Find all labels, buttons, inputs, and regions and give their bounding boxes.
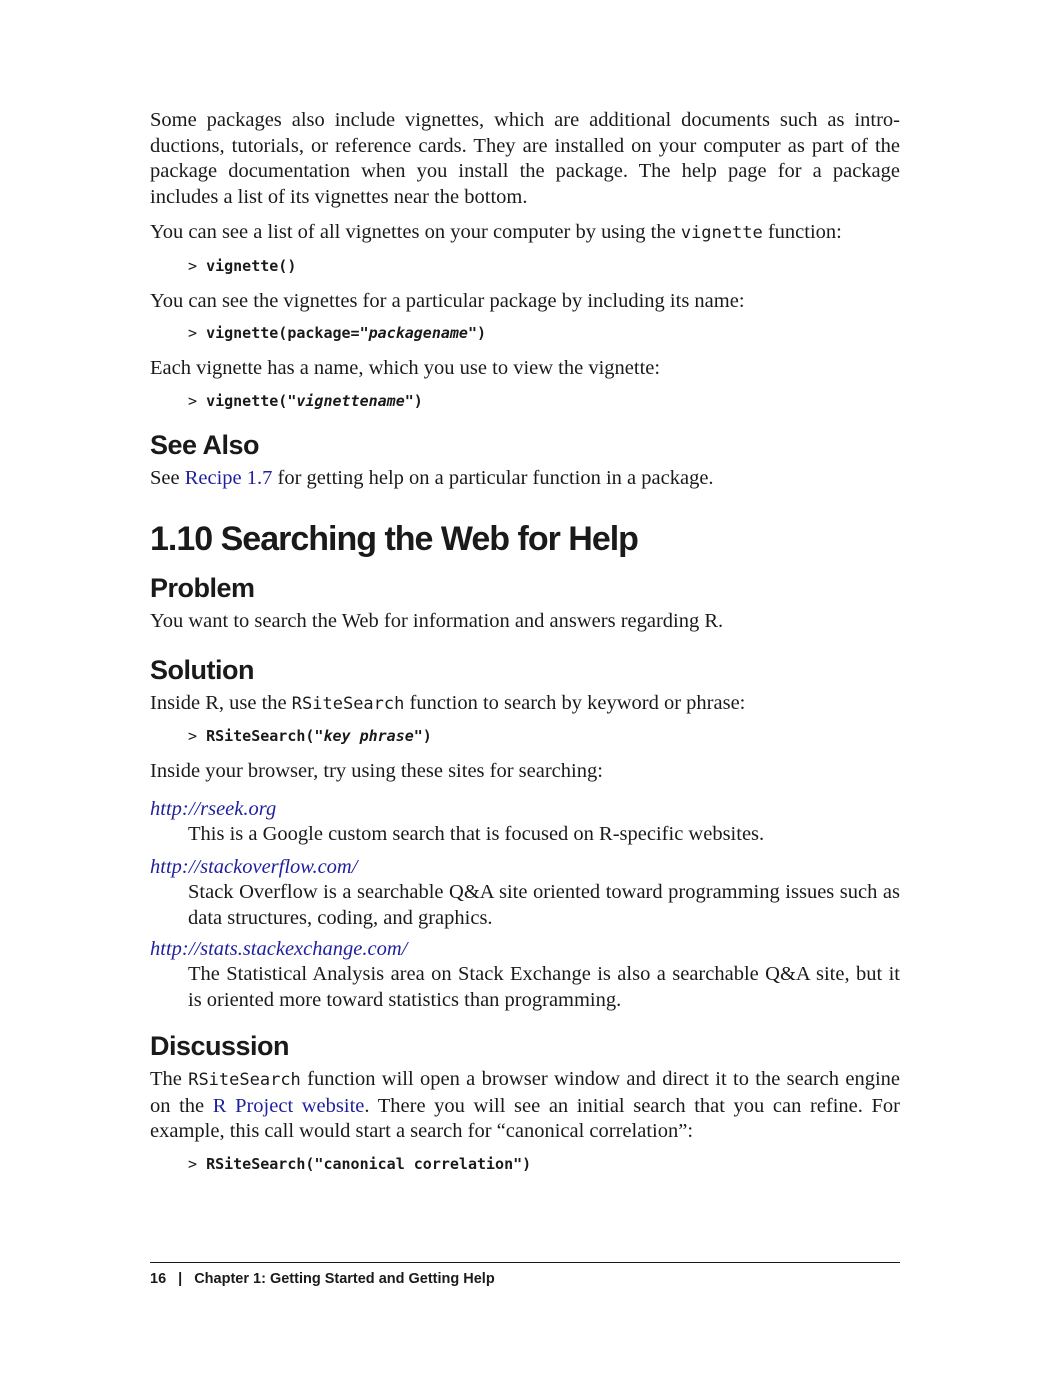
code-block-vignette-name: > vignette("vignettename") — [188, 391, 423, 410]
site-link-rseek[interactable]: http://rseek.org — [150, 797, 900, 822]
page-body: Some packages also include vignettes, wh… — [150, 108, 900, 1174]
site-description: The Statistical Analysis area on Stack E… — [188, 963, 900, 1011]
problem-paragraph: You want to search the Web for informati… — [150, 610, 724, 632]
footer-separator: | — [178, 1271, 183, 1287]
site-item: http://rseek.org This is a Google custom… — [150, 797, 900, 848]
see-also-paragraph: See Recipe 1.7 for getting help on a par… — [150, 466, 714, 489]
solution-paragraph: Inside R, use the RSiteSearch function t… — [150, 691, 746, 714]
intro-paragraph-vignette-name: Each vignette has a name, which you use … — [150, 357, 661, 379]
site-link-stackexchange[interactable]: http://stats.stackexchange.com/ — [150, 937, 900, 962]
solution-heading: Solution — [150, 654, 254, 685]
site-link-stackoverflow[interactable]: http://stackoverflow.com/ — [150, 855, 900, 880]
recipe-link[interactable]: Recipe 1.7 — [185, 467, 273, 489]
intro-paragraph-vignettes: Some packages also include vignettes, wh… — [150, 109, 900, 208]
intro-paragraph-package-vignettes: You can see the vignettes for a particul… — [150, 289, 745, 312]
code-block-canonical: > RSiteSearch("canonical correlation") — [188, 1154, 532, 1173]
inline-code-rsitesearch: RSiteSearch — [291, 693, 405, 714]
browser-paragraph: Inside your browser, try using these sit… — [150, 760, 603, 782]
inline-code-rsitesearch: RSiteSearch — [188, 1070, 301, 1090]
code-block-vignette-package: > vignette(package="packagename") — [188, 324, 487, 342]
site-description: This is a Google custom search that is f… — [188, 822, 765, 845]
section-title: 1.10 Searching the Web for Help — [150, 520, 639, 558]
site-description: Stack Overflow is a searchable Q&A site … — [188, 881, 900, 929]
chapter-title: Chapter 1: Getting Started and Getting H… — [194, 1271, 495, 1287]
code-block-vignette: > vignette() — [188, 256, 297, 275]
inline-code-vignette: vignette — [680, 223, 763, 243]
problem-heading: Problem — [150, 573, 255, 603]
site-list: http://rseek.org This is a Google custom… — [150, 797, 900, 1014]
code-block-rsitesearch: > RSiteSearch("key phrase") — [188, 727, 432, 745]
intro-paragraph-list-vignettes: You can see a list of all vignettes on y… — [150, 221, 842, 243]
footer-divider — [150, 1262, 900, 1263]
site-item: http://stackoverflow.com/ Stack Overflow… — [150, 855, 900, 931]
page-number: 16 — [150, 1271, 167, 1287]
page-footer: 16 | Chapter 1: Getting Started and Gettin… — [150, 1271, 495, 1287]
r-project-link[interactable]: R Project website — [213, 1095, 365, 1117]
see-also-heading: See Also — [150, 429, 260, 460]
discussion-heading: Discussion — [150, 1031, 290, 1061]
site-item: http://stats.stackexchange.com/ The Stat… — [150, 937, 900, 1013]
discussion-paragraph: The RSiteSearch function will open a bro… — [150, 1068, 900, 1142]
